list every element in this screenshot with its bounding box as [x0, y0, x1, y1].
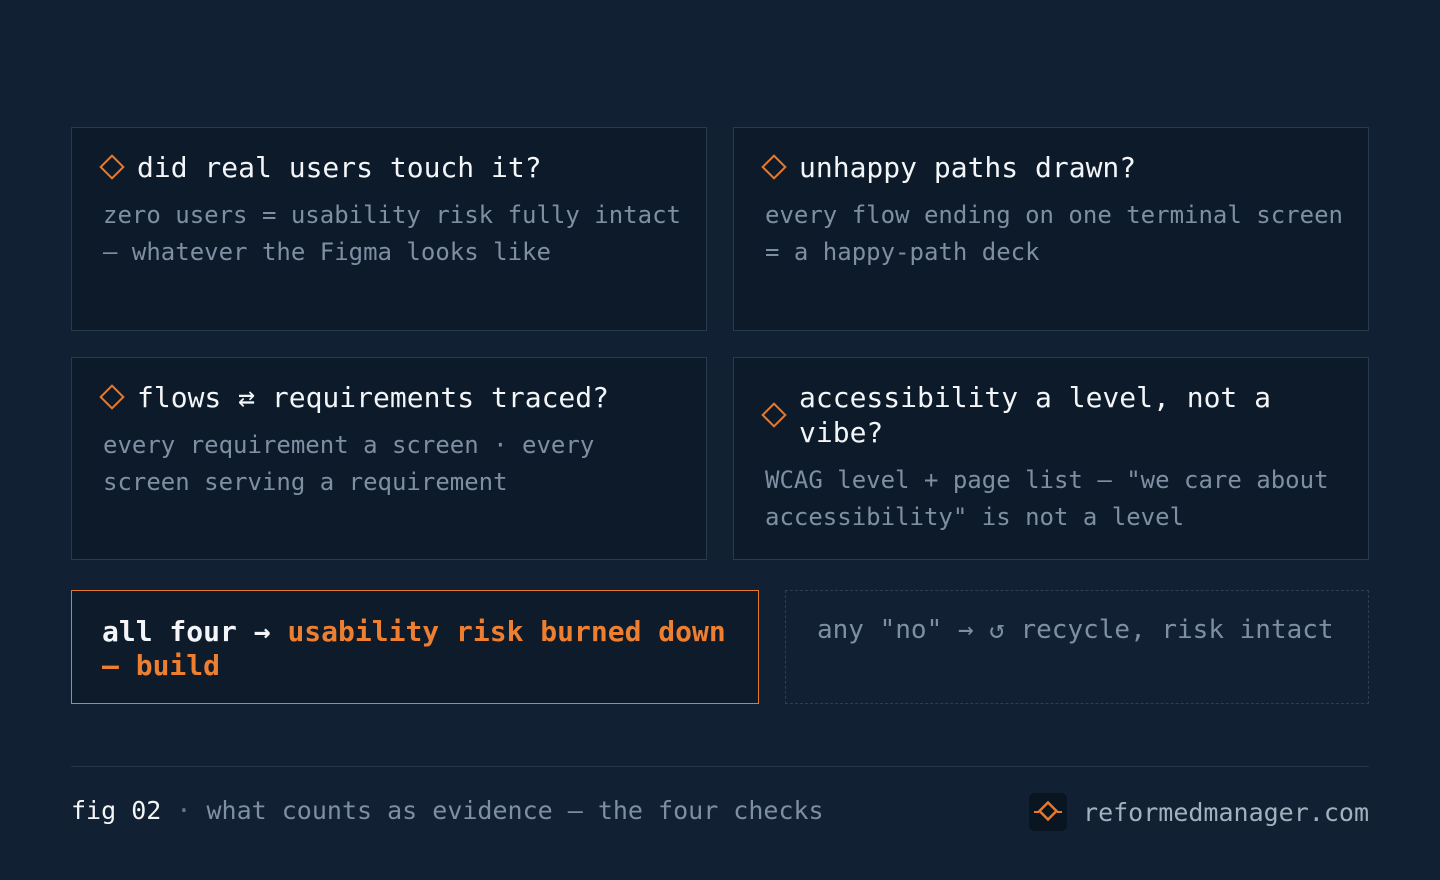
check-title: flows ⇄ requirements traced?: [137, 381, 610, 414]
diamond-outline-icon: [99, 154, 125, 180]
check-title-row: accessibility a level, not a vibe?: [761, 380, 1328, 450]
check-title-row: did real users touch it?: [99, 150, 678, 185]
check-card-unhappy-paths: unhappy paths drawn? every flow ending o…: [733, 127, 1369, 331]
figure-caption: fig 02 · what counts as evidence — the f…: [71, 795, 824, 827]
outcome-pass: all four → usability risk burned down — …: [71, 590, 759, 704]
check-description: zero users = usability risk fully intact…: [103, 201, 681, 266]
check-title: unhappy paths drawn?: [799, 151, 1137, 184]
figure-number: fig 02: [71, 796, 162, 825]
caption-separator: ·: [176, 796, 192, 825]
check-description: WCAG level + page list — "we care about …: [765, 466, 1329, 531]
check-description: every requirement a screen · every scree…: [103, 431, 595, 496]
brand[interactable]: reformedmanager.com: [1029, 793, 1369, 831]
check-card-requirements-traced: flows ⇄ requirements traced? every requi…: [71, 357, 707, 560]
check-title-row: flows ⇄ requirements traced?: [99, 380, 678, 415]
check-title: did real users touch it?: [137, 151, 542, 184]
brand-url[interactable]: reformedmanager.com: [1083, 798, 1369, 827]
check-description: every flow ending on one terminal screen…: [765, 201, 1343, 266]
check-title-row: unhappy paths drawn?: [761, 150, 1340, 185]
outcome-pass-lead: all four →: [102, 615, 271, 648]
diamond-outline-icon: [761, 154, 787, 180]
figure-caption-text: what counts as evidence — the four check…: [206, 796, 824, 825]
diamond-logo-icon: [1029, 793, 1068, 831]
check-card-real-users: did real users touch it? zero users = us…: [71, 127, 707, 331]
diamond-outline-icon: [761, 402, 787, 428]
outcome-fail-text: any "no" → ↺ recycle, risk intact: [817, 615, 1334, 645]
diamond-outline-icon: [99, 384, 125, 410]
check-title: accessibility a level, not a vibe?: [799, 381, 1272, 449]
footer-divider: [71, 766, 1369, 767]
outcome-fail: any "no" → ↺ recycle, risk intact: [785, 590, 1369, 704]
check-card-accessibility: accessibility a level, not a vibe? WCAG …: [733, 357, 1369, 560]
